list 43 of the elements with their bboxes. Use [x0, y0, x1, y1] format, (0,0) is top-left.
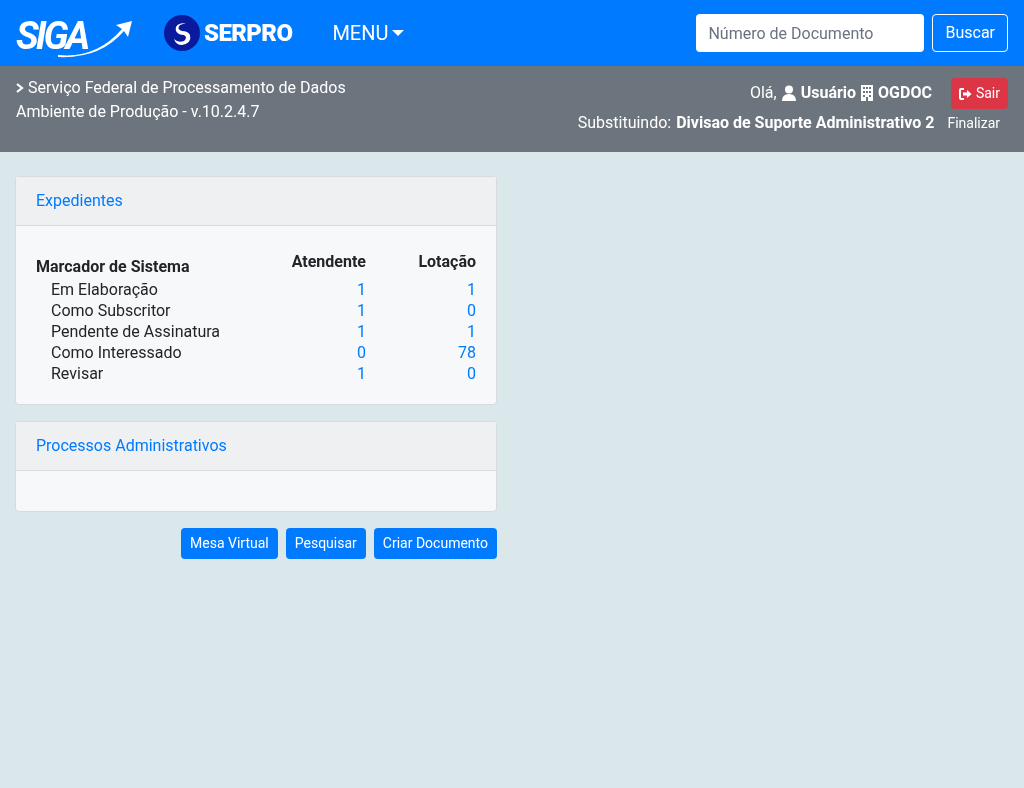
caret-icon [392, 29, 405, 37]
count-link[interactable]: 0 [366, 300, 476, 321]
action-button[interactable]: Criar Documento [373, 528, 497, 559]
organization-name: Serviço Federal de Processamento de Dados [28, 77, 346, 99]
count-link[interactable]: 1 [256, 300, 366, 321]
chevron-right-icon [16, 83, 24, 93]
count-link[interactable]: 1 [366, 321, 476, 342]
count-link[interactable]: 78 [366, 342, 476, 363]
siga-logo[interactable]: SIGA [16, 11, 136, 55]
greeting-text: Olá, [749, 81, 777, 104]
menu-dropdown[interactable]: MENU [332, 18, 405, 48]
column-header: Atendente [290, 251, 366, 273]
count-link[interactable]: 0 [366, 363, 476, 384]
building-icon [861, 84, 874, 101]
swirl-logo-icon [164, 15, 200, 51]
row-label: Pendente de Assinatura [50, 321, 222, 342]
action-button[interactable]: Pesquisar [285, 528, 366, 559]
serpro-logo[interactable]: SERPRO [164, 15, 293, 51]
row-label: Como Interessado [50, 342, 183, 363]
action-button[interactable]: Mesa Virtual [181, 528, 278, 559]
count-link[interactable]: 1 [256, 321, 366, 342]
logout-button[interactable]: Sair [950, 78, 1008, 109]
substituting-label: Substituindo: [577, 112, 672, 134]
card-header-title[interactable]: Processos Administrativos [16, 422, 496, 471]
count-link[interactable]: 1 [256, 279, 366, 300]
finish-link[interactable]: Finalizar [947, 112, 1000, 134]
count-link[interactable]: 0 [256, 342, 366, 363]
column-header: Lotação [417, 251, 476, 273]
document-number-field[interactable]: Número de Documento [696, 14, 925, 52]
row-label: Em Elaboração [50, 279, 159, 300]
environment-version: Ambiente de Produção - v.10.2.4.7 [16, 101, 261, 123]
unit-name: OGDOC [878, 81, 932, 104]
row-label: Revisar [50, 363, 105, 384]
count-link[interactable]: 1 [366, 279, 476, 300]
user-name: Usuário [800, 81, 857, 104]
sign-out-icon [958, 87, 972, 100]
user-icon [781, 84, 796, 101]
column-header: Marcador de Sistema [36, 256, 191, 278]
card-header-title[interactable]: Expedientes [16, 177, 496, 226]
row-label: Como Subscritor [50, 300, 172, 321]
search-button[interactable]: Buscar [932, 14, 1008, 52]
count-link[interactable]: 1 [256, 363, 366, 384]
substituted-unit: Divisao de Suporte Administrativo 2 [676, 112, 935, 134]
